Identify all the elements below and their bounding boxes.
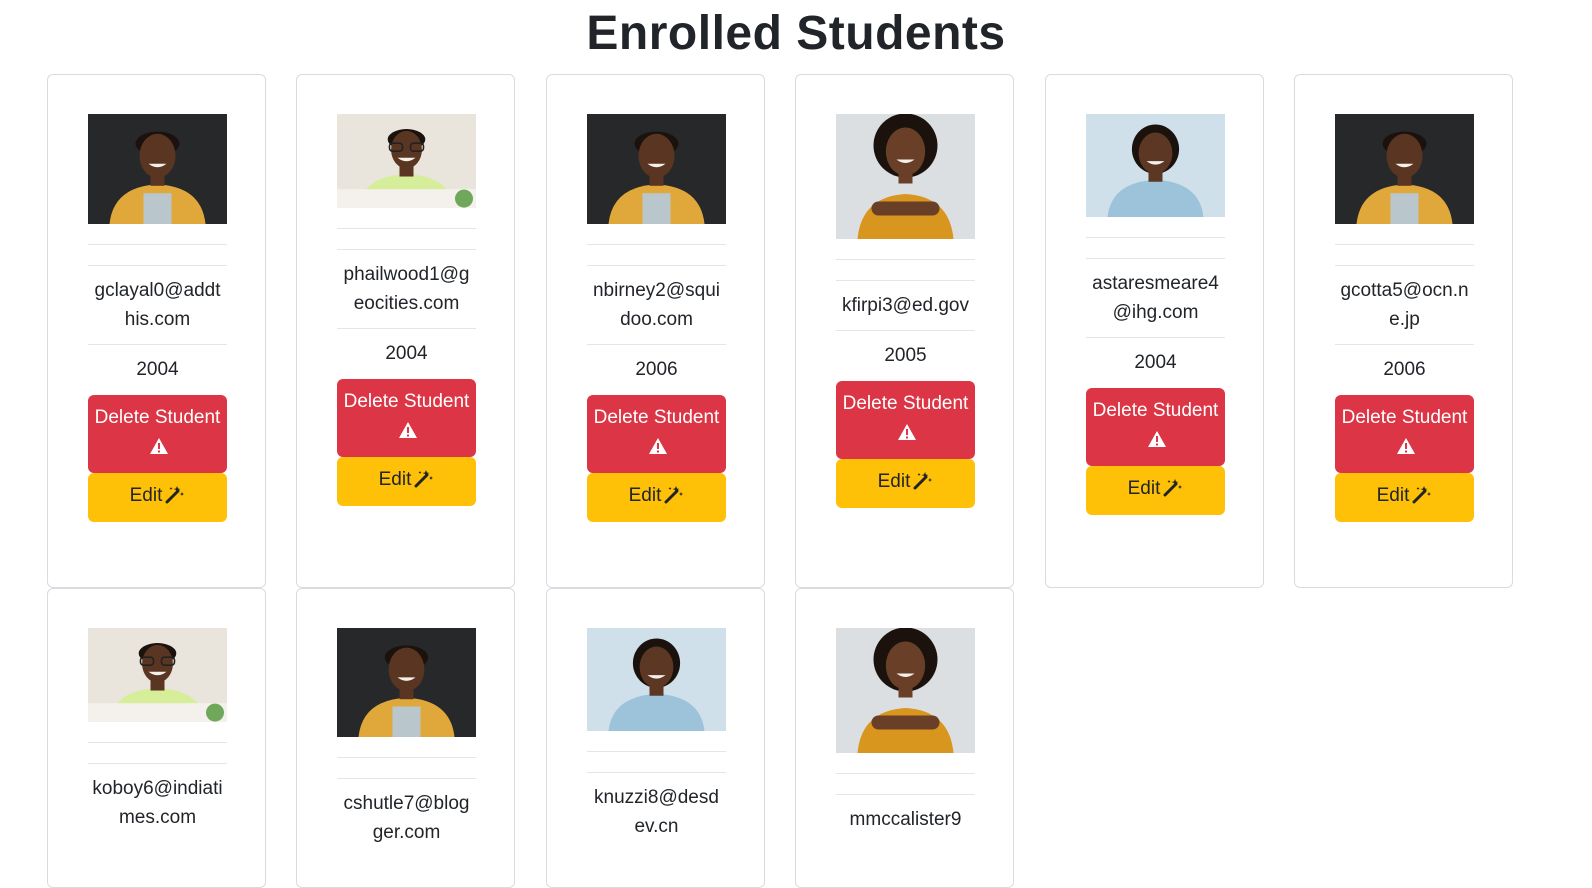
student-email: kfirpi3@ed.gov [841, 295, 970, 316]
student-photo [337, 628, 476, 737]
student-email: mmccalister9 [849, 809, 962, 830]
student-card: phailwood1@geocities.com 2004 Delete Stude… [296, 74, 515, 588]
edit-student-label: Edit [1127, 478, 1161, 499]
student-card: gcotta5@ocn.ne.jp 2006 Delete Student Edit [1294, 74, 1513, 588]
student-email: gcotta5@ocn.ne.jp [1340, 280, 1469, 330]
edit-student-button[interactable]: Edit [337, 457, 476, 506]
student-email: astaresmeare4@ihg.com [1092, 273, 1219, 323]
delete-student-label: Delete Student [1092, 400, 1219, 421]
student-card: koboy6@indiatimes.com [47, 588, 266, 888]
student-year: 2006 [1383, 359, 1426, 380]
magic-wand-icon [913, 470, 933, 497]
student-photo [88, 628, 227, 722]
student-year: 2004 [385, 343, 428, 364]
edit-student-button[interactable]: Edit [88, 473, 227, 522]
student-email: gclayal0@addthis.com [94, 280, 221, 330]
student-card: nbirney2@squidoo.com 2006 Delete Student E… [546, 74, 765, 588]
student-year: 2004 [136, 359, 179, 380]
warning-triangle-icon [1147, 428, 1167, 457]
student-name [836, 239, 975, 259]
student-name [337, 737, 476, 757]
delete-student-label: Delete Student [1341, 407, 1468, 428]
student-photo [587, 628, 726, 731]
delete-student-button[interactable]: Delete Student [1086, 388, 1225, 466]
student-photo [88, 114, 227, 224]
student-photo [836, 628, 975, 753]
edit-student-label: Edit [1376, 485, 1410, 506]
delete-student-label: Delete Student [842, 393, 969, 414]
student-card: mmccalister9 [795, 588, 1014, 888]
magic-wand-icon [165, 484, 185, 511]
magic-wand-icon [664, 484, 684, 511]
student-photo [836, 114, 975, 239]
student-email: koboy6@indiatimes.com [92, 778, 223, 828]
page-title: Enrolled Students [586, 7, 1006, 60]
student-email: nbirney2@squidoo.com [592, 280, 721, 330]
warning-triangle-icon [398, 419, 418, 448]
student-email: cshutle7@blogger.com [343, 793, 470, 843]
magic-wand-icon [1412, 484, 1432, 511]
student-name [836, 753, 975, 773]
student-name [1335, 224, 1474, 244]
student-photo [1335, 114, 1474, 224]
student-card: gclayal0@addthis.com 2004 Delete Student E… [47, 74, 266, 588]
student-year: 2006 [635, 359, 678, 380]
student-photo [1086, 114, 1225, 217]
delete-student-label: Delete Student [94, 407, 221, 428]
magic-wand-icon [414, 468, 434, 495]
magic-wand-icon [1163, 477, 1183, 504]
student-name [88, 224, 227, 244]
student-email: phailwood1@geocities.com [343, 264, 470, 314]
warning-triangle-icon [1396, 435, 1416, 464]
warning-triangle-icon [648, 435, 668, 464]
warning-triangle-icon [897, 421, 917, 450]
delete-student-button[interactable]: Delete Student [337, 379, 476, 457]
delete-student-button[interactable]: Delete Student [836, 381, 975, 459]
edit-student-label: Edit [877, 471, 911, 492]
student-name [587, 731, 726, 751]
delete-student-button[interactable]: Delete Student [587, 395, 726, 473]
student-card: astaresmeare4@ihg.com 2004 Delete Student … [1045, 74, 1264, 588]
edit-student-button[interactable]: Edit [1086, 466, 1225, 515]
delete-student-button[interactable]: Delete Student [88, 395, 227, 473]
student-email: knuzzi8@desdev.cn [594, 787, 719, 837]
student-card: cshutle7@blogger.com [296, 588, 515, 888]
student-photo [337, 114, 476, 208]
delete-student-label: Delete Student [343, 391, 470, 412]
delete-student-button[interactable]: Delete Student [1335, 395, 1474, 473]
edit-student-label: Edit [378, 469, 412, 490]
student-name [587, 224, 726, 244]
edit-student-label: Edit [628, 485, 662, 506]
student-photo [587, 114, 726, 224]
student-card: kfirpi3@ed.gov 2005 Delete Student Edit [795, 74, 1014, 588]
warning-triangle-icon [149, 435, 169, 464]
student-year: 2004 [1134, 352, 1177, 373]
student-year: 2005 [884, 345, 927, 366]
edit-student-label: Edit [129, 485, 163, 506]
edit-student-button[interactable]: Edit [836, 459, 975, 508]
edit-student-button[interactable]: Edit [1335, 473, 1474, 522]
delete-student-label: Delete Student [593, 407, 720, 428]
student-name [88, 722, 227, 742]
edit-student-button[interactable]: Edit [587, 473, 726, 522]
student-name [1086, 217, 1225, 237]
student-name [337, 208, 476, 228]
student-card: knuzzi8@desdev.cn [546, 588, 765, 888]
